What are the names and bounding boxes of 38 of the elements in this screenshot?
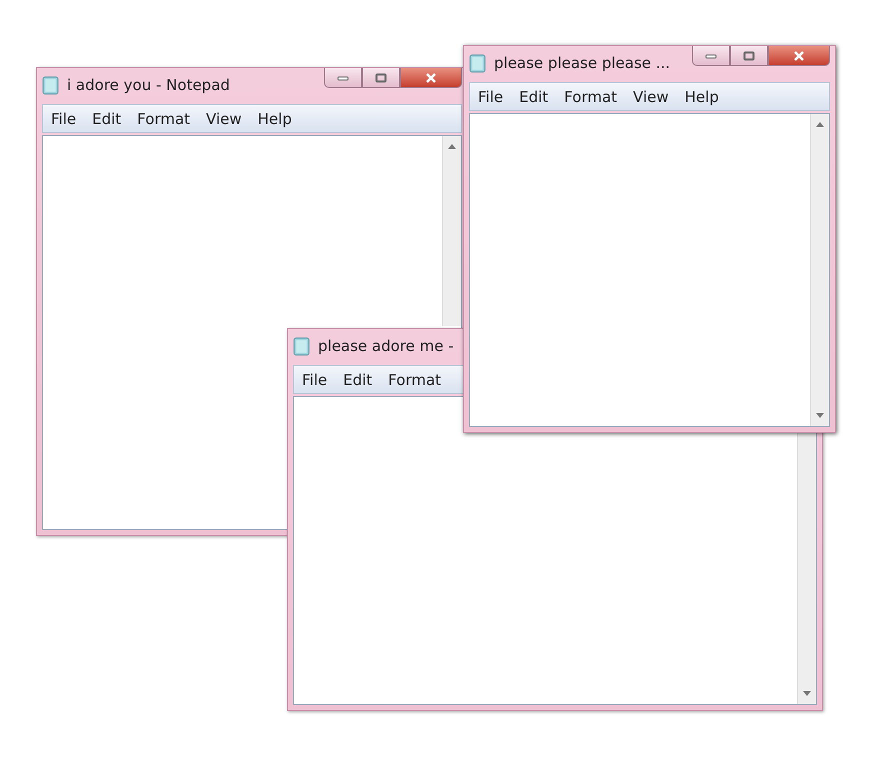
menu-item[interactable]: Edit xyxy=(513,88,554,106)
window-title: i adore you - Notepad xyxy=(67,76,230,94)
maximize-icon xyxy=(743,50,755,60)
minimize-button[interactable] xyxy=(692,46,730,66)
notepad-icon xyxy=(293,336,310,356)
menu-item[interactable]: View xyxy=(200,110,248,128)
menu-item[interactable]: Format xyxy=(382,370,448,388)
close-icon xyxy=(425,72,437,82)
scrollbar[interactable] xyxy=(810,114,829,426)
notepad-icon xyxy=(42,76,59,94)
menu-item[interactable]: Edit xyxy=(337,370,378,388)
window-title: please please please ... xyxy=(494,54,670,72)
scroll-down-icon[interactable] xyxy=(803,691,811,696)
menu-item[interactable]: Format xyxy=(558,88,624,106)
close-button[interactable] xyxy=(400,68,462,88)
minimize-icon xyxy=(705,52,717,60)
menu-item[interactable]: File xyxy=(296,370,334,388)
maximize-button[interactable] xyxy=(362,68,400,88)
scrollbar[interactable] xyxy=(442,136,461,326)
menu-item[interactable]: Help xyxy=(678,88,725,106)
minimize-icon xyxy=(337,74,349,82)
menu-item[interactable]: Help xyxy=(252,110,298,128)
maximize-button[interactable] xyxy=(730,46,768,66)
menu-item[interactable]: Format xyxy=(131,110,196,128)
minimize-button[interactable] xyxy=(324,68,362,88)
close-button[interactable] xyxy=(768,46,830,66)
maximize-icon xyxy=(375,72,387,82)
menu-item[interactable]: View xyxy=(627,88,675,106)
menu-item[interactable]: File xyxy=(45,110,82,128)
scrollbar[interactable] xyxy=(797,433,816,704)
scroll-up-icon[interactable] xyxy=(816,122,824,127)
window-title: please adore me - xyxy=(318,337,454,355)
menu-item[interactable]: File xyxy=(472,88,510,106)
scroll-up-icon[interactable] xyxy=(448,144,456,149)
scroll-down-icon[interactable] xyxy=(816,413,824,418)
close-icon xyxy=(793,50,805,60)
notepad-icon xyxy=(469,54,486,72)
menu-item[interactable]: Edit xyxy=(86,110,128,128)
